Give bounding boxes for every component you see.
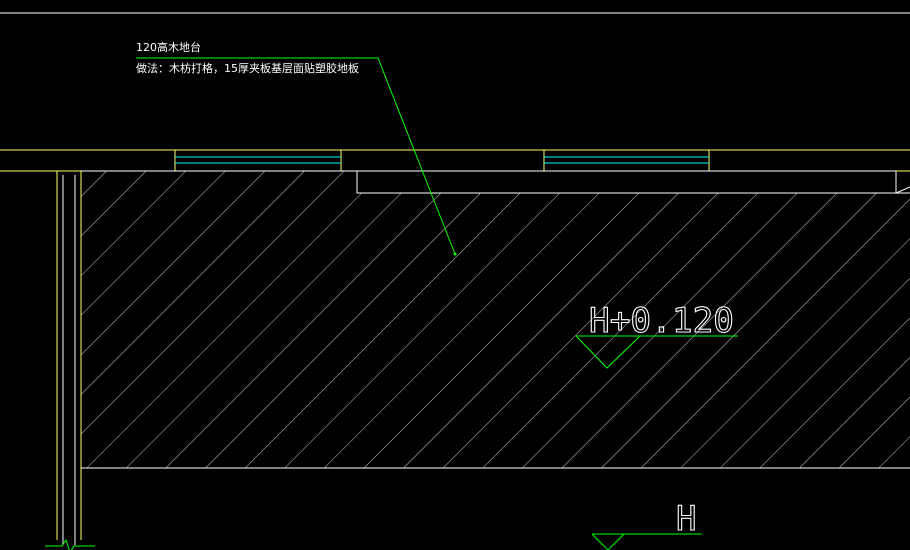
annotation-method: 做法：木枋打格，15厚夹板基层面贴塑胶地板 bbox=[136, 62, 359, 75]
window-left bbox=[174, 150, 342, 171]
window-right bbox=[543, 150, 710, 171]
recess-box bbox=[356, 170, 897, 194]
left-wall bbox=[0, 170, 95, 550]
floor-plan-drawing: H+0.120 H bbox=[0, 12, 910, 550]
elevation-symbol-floor: H bbox=[591, 498, 702, 550]
platform-hatch bbox=[81, 171, 910, 468]
elevation-label-platform: H+0.120 bbox=[589, 301, 734, 341]
cad-canvas: H+0.120 H 120高木地台 做法：木枋打格，15厚夹板基层面贴塑胶地板 bbox=[0, 0, 910, 550]
elevation-label-floor: H bbox=[676, 499, 696, 539]
annotation-title: 120高木地台 bbox=[136, 41, 201, 54]
